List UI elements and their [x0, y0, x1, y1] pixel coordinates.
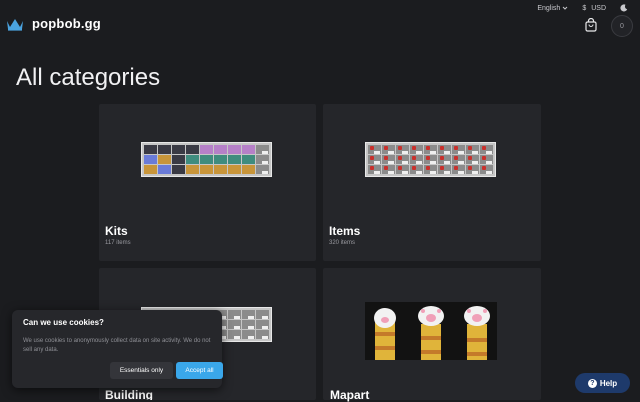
chevron-down-icon [562, 6, 568, 10]
category-title: Items [329, 224, 361, 238]
page-title: All categories [16, 64, 161, 91]
cart-icon[interactable] [584, 18, 598, 32]
cart-count-badge[interactable]: 0 [611, 15, 633, 37]
cookie-description: We use cookies to anonymously collect da… [23, 338, 211, 353]
question-mark-icon: ? [587, 378, 597, 388]
category-title: Kits [105, 224, 128, 238]
cookie-consent-dialog: Can we use cookies? We use cookies to an… [12, 310, 223, 388]
kits-inventory-image [141, 142, 272, 177]
items-inventory-image [365, 142, 496, 177]
currency-label: USD [591, 4, 606, 12]
cat-paw-icon [464, 306, 490, 360]
language-label: English [537, 4, 561, 12]
cat-paw-icon [374, 308, 396, 360]
category-card-items[interactable]: Items 320 items [323, 104, 541, 261]
dark-mode-toggle-icon[interactable] [620, 4, 628, 12]
cat-paw-icon [418, 306, 444, 360]
category-count: 320 items [329, 240, 356, 246]
essentials-only-button[interactable]: Essentials only [110, 362, 173, 379]
category-card-kits[interactable]: Kits 117 items [99, 104, 316, 261]
cart-count: 0 [620, 22, 624, 30]
cookie-title: Can we use cookies? [23, 318, 104, 327]
help-label: Help [599, 378, 618, 388]
site-name: popbob.gg [32, 16, 101, 31]
currency-symbol: $ [582, 4, 587, 12]
accept-all-button[interactable]: Accept all [176, 362, 223, 379]
mapart-image [365, 302, 497, 360]
currency-selector[interactable]: $ USD [582, 5, 606, 12]
crown-logo-icon [7, 18, 23, 31]
category-title: Building [105, 388, 153, 400]
top-bar: popbob.gg English $ USD 0 [0, 0, 640, 52]
site-logo[interactable]: popbob.gg [6, 16, 101, 31]
help-button[interactable]: ? Help [575, 373, 630, 393]
category-count: 117 items [105, 240, 131, 246]
language-selector[interactable]: English [537, 5, 568, 12]
